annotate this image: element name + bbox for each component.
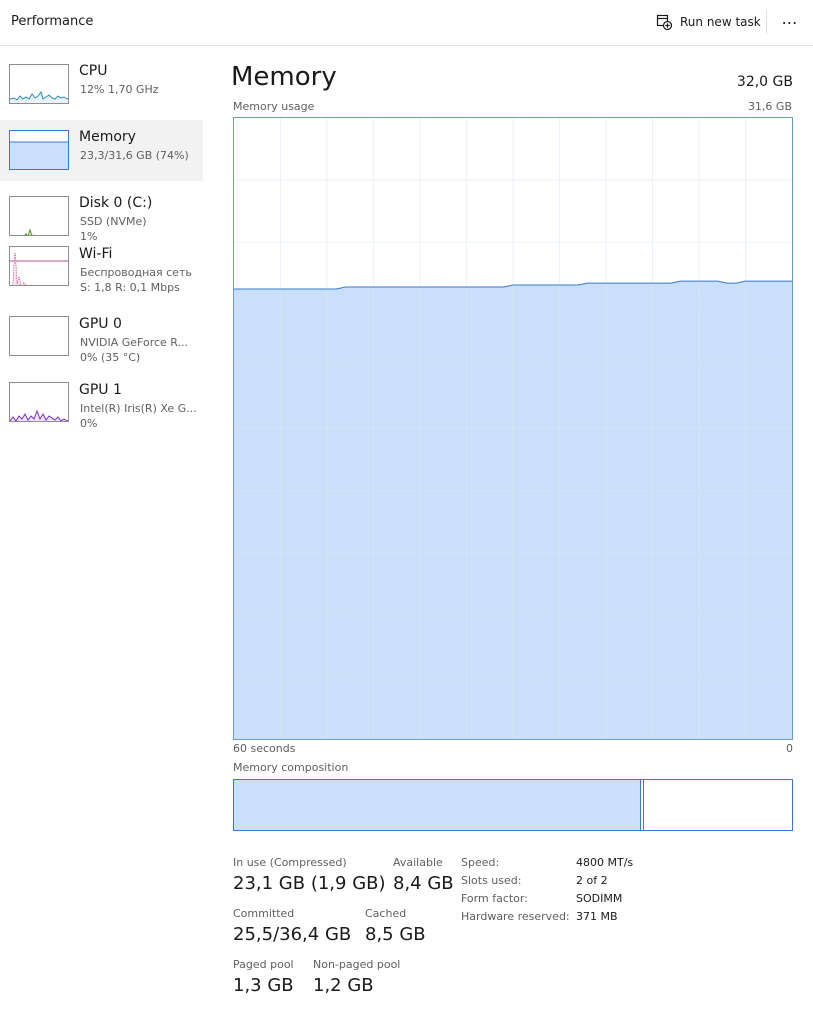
sidebar-item-detail-2: 1% (80, 230, 98, 243)
spec-hardware-reserved-label: Hardware reserved: (461, 910, 570, 923)
stat-non-paged-pool-value: 1,2 GB (313, 975, 374, 996)
stat-paged-pool: Paged pool 1,3 GB (233, 958, 294, 996)
wifi-thumbnail-chart (10, 252, 68, 285)
memory-heading: Memory (231, 62, 337, 92)
spec-form-factor-value: SODIMM (576, 892, 623, 905)
spec-form-factor-label: Form factor: (461, 892, 528, 905)
memory-usage-label: Memory usage (233, 100, 315, 113)
page-title: Performance (11, 14, 94, 29)
stat-cached-label: Cached (365, 907, 407, 920)
more-options-button[interactable]: ⋯ (774, 8, 806, 36)
sidebar-item-detail: Intel(R) Iris(R) Xe G... (80, 402, 197, 415)
sidebar-item-name: GPU 0 (79, 316, 122, 332)
spec-speed-value: 4800 MT/s (576, 856, 634, 869)
stat-in-use-label: In use (Compressed) (233, 856, 347, 869)
sidebar-item-detail-2: 0% (35 °C) (80, 351, 141, 364)
sidebar-item-name: Memory (79, 129, 136, 145)
x-axis-end-label: 0 (786, 742, 793, 755)
gpu0-thumbnail-graph (9, 316, 69, 356)
stat-available: Available 8,4 GB (393, 856, 454, 894)
sidebar-item-name: Disk 0 (C:) (79, 195, 153, 211)
sidebar-item-cpu[interactable]: CPU 12% 1,70 GHz (0, 54, 203, 120)
stat-available-label: Available (393, 856, 443, 869)
sidebar-item-disk-0[interactable]: Disk 0 (C:) SSD (NVMe) 1% (0, 186, 203, 252)
sidebar-item-name: Wi-Fi (79, 246, 113, 262)
wifi-thumbnail-graph (9, 246, 69, 286)
memory-usage-chart (234, 118, 792, 739)
stat-available-value: 8,4 GB (393, 873, 454, 894)
stat-paged-pool-value: 1,3 GB (233, 975, 294, 996)
sidebar-item-detail-2: S: 1,8 R: 0,1 Mbps (80, 281, 180, 294)
sidebar-item-name: CPU (79, 63, 108, 79)
run-task-icon (656, 14, 672, 30)
stat-non-paged-pool: Non-paged pool 1,2 GB (313, 958, 400, 996)
stat-committed: Committed 25,5/36,4 GB (233, 907, 351, 945)
sidebar-item-wifi[interactable]: Wi-Fi Беспроводная сеть S: 1,8 R: 0,1 Mb… (0, 246, 203, 318)
memory-usage-max: 31,6 GB (747, 100, 792, 113)
stat-committed-label: Committed (233, 907, 295, 920)
stat-non-paged-pool-label: Non-paged pool (313, 958, 401, 971)
sidebar-item-detail: 23,3/31,6 GB (74%) (80, 149, 189, 162)
header-divider (766, 10, 767, 34)
app-header: Performance Run new task ⋯ (0, 0, 813, 46)
spec-slots-value: 2 of 2 (576, 874, 608, 887)
stat-committed-value: 25,5/36,4 GB (233, 924, 352, 945)
sidebar-item-detail-2: 0% (80, 417, 98, 430)
gpu1-thumbnail-chart (10, 409, 68, 421)
sidebar-item-gpu-0[interactable]: GPU 0 NVIDIA GeForce R... 0% (35 °C) (0, 316, 203, 384)
stat-in-use: In use (Compressed) 23,1 GB (1,9 GB) (233, 856, 386, 894)
sidebar-item-memory[interactable]: Memory 23,3/31,6 GB (74%) (0, 120, 203, 181)
run-new-task-button[interactable]: Run new task (650, 8, 769, 36)
cpu-thumbnail-chart (10, 90, 68, 103)
x-axis-start-label: 60 seconds (233, 742, 296, 755)
spec-hardware-reserved-value: 371 MB (576, 910, 618, 923)
run-new-task-label: Run new task (680, 15, 761, 29)
disk-thumbnail-graph (9, 196, 69, 236)
memory-thumbnail-chart (10, 141, 68, 169)
memory-usage-graph (233, 117, 793, 740)
memory-total: 32,0 GB (736, 74, 793, 90)
disk-thumbnail-chart (24, 228, 36, 235)
sidebar-item-detail: SSD (NVMe) (80, 215, 147, 228)
sidebar-item-name: GPU 1 (79, 382, 122, 398)
memory-thumbnail-graph (9, 130, 69, 170)
sidebar: CPU 12% 1,70 GHz Memory 23,3/31,6 GB (74… (0, 54, 203, 450)
composition-modified (641, 780, 645, 830)
memory-composition-bar (233, 779, 793, 831)
stat-in-use-value: 23,1 GB (1,9 GB) (233, 873, 386, 894)
sidebar-item-detail: 12% 1,70 GHz (80, 83, 159, 96)
gpu1-thumbnail-graph (9, 382, 69, 422)
composition-in-use (234, 780, 642, 830)
sidebar-item-detail: NVIDIA GeForce R... (80, 336, 189, 349)
cpu-thumbnail-graph (9, 64, 69, 104)
sidebar-item-gpu-1[interactable]: GPU 1 Intel(R) Iris(R) Xe G... 0% (0, 382, 203, 450)
spec-speed-label: Speed: (461, 856, 500, 869)
sidebar-item-detail: Беспроводная сеть (80, 266, 192, 279)
stat-cached-value: 8,5 GB (365, 924, 426, 945)
memory-composition-label: Memory composition (233, 761, 349, 774)
spec-slots-label: Slots used: (461, 874, 522, 887)
stat-paged-pool-label: Paged pool (233, 958, 294, 971)
stat-cached: Cached 8,5 GB (365, 907, 426, 945)
